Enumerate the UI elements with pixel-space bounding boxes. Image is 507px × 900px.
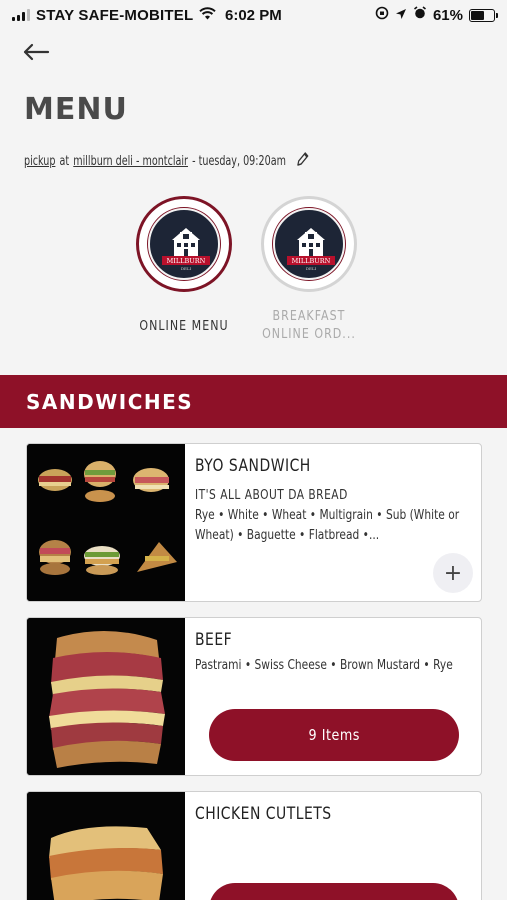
- order-info: pickup at millburn deli - montclair - tu…: [24, 151, 310, 171]
- menu-logo-circle: MILLBURN DELI: [261, 196, 357, 292]
- page-title: MENU: [24, 92, 128, 127]
- add-item-button[interactable]: +: [433, 553, 473, 593]
- menu-option-label-line1: BREAKFAST: [272, 309, 346, 324]
- order-time-text: - tuesday, 09:20am: [192, 153, 286, 169]
- carrier-name: STAY SAFE-MOBITEL: [36, 6, 194, 24]
- svg-text:DELI: DELI: [181, 266, 192, 271]
- status-bar: STAY SAFE-MOBITEL 6:02 PM 61%: [0, 0, 507, 30]
- menu-option-label-line2: ONLINE ORD...: [262, 327, 356, 342]
- menu-option-online[interactable]: MILLBURN DELI ONLINE MENU: [119, 196, 249, 336]
- item-options-label: 9 Items: [308, 726, 360, 744]
- chicken-cutlet-image: [27, 792, 185, 900]
- order-mode-link[interactable]: pickup: [24, 154, 55, 169]
- back-arrow-icon: [23, 43, 50, 61]
- menu-item-card[interactable]: BYO SANDWICH IT'S ALL ABOUT DA BREAD Rye…: [26, 443, 482, 602]
- back-button[interactable]: [22, 38, 52, 66]
- svg-text:MILLBURN: MILLBURN: [167, 257, 206, 265]
- millburn-deli-logo: MILLBURN DELI: [148, 208, 220, 280]
- beef-sandwich-image: [27, 618, 185, 775]
- item-name: CHICKEN CUTLETS: [195, 804, 332, 824]
- alarm-icon: [413, 6, 427, 24]
- section-title: SANDWICHES: [26, 389, 194, 414]
- menu-option-label: ONLINE MENU: [139, 319, 229, 334]
- clock: 6:02 PM: [225, 6, 282, 24]
- order-at-text: at: [59, 153, 70, 169]
- menu-option-label: BREAKFAST ONLINE ORD...: [254, 308, 365, 344]
- location-icon: [395, 7, 407, 24]
- menu-item-card[interactable]: CHICKEN CUTLETS: [26, 791, 482, 900]
- orientation-lock-icon: [375, 6, 389, 24]
- battery-icon: [469, 8, 498, 22]
- millburn-deli-logo: MILLBURN DELI: [273, 208, 345, 280]
- battery-fill: [471, 10, 485, 20]
- svg-text:MILLBURN: MILLBURN: [292, 257, 331, 265]
- item-name: BEEF: [195, 630, 233, 650]
- battery-percent: 61%: [432, 6, 463, 24]
- menu-logo-circle: MILLBURN DELI: [136, 196, 232, 292]
- item-name: BYO SANDWICH: [195, 456, 311, 476]
- wifi-icon: [199, 6, 217, 24]
- item-options-button[interactable]: 9 Items: [209, 709, 459, 761]
- order-location-link[interactable]: millburn deli - montclair: [73, 154, 188, 169]
- menu-option-breakfast[interactable]: MILLBURN DELI BREAKFAST ONLINE ORD...: [244, 196, 374, 344]
- byo-sandwich-image: [27, 444, 185, 601]
- edit-pencil-icon[interactable]: [297, 151, 310, 171]
- item-description: Rye • White • Wheat • Multigrain • Sub (…: [195, 508, 460, 543]
- item-subtitle: IT'S ALL ABOUT DA BREAD: [195, 488, 348, 503]
- item-options-button[interactable]: [209, 883, 459, 900]
- svg-text:DELI: DELI: [306, 266, 317, 271]
- item-description: Pastrami • Swiss Cheese • Brown Mustard …: [195, 658, 453, 673]
- menu-item-card[interactable]: BEEF Pastrami • Swiss Cheese • Brown Mus…: [26, 617, 482, 776]
- section-header: SANDWICHES: [0, 375, 507, 428]
- menu-selector: MILLBURN DELI ONLINE MENU MILLBURN DELI: [0, 196, 507, 356]
- signal-icon: [12, 9, 30, 21]
